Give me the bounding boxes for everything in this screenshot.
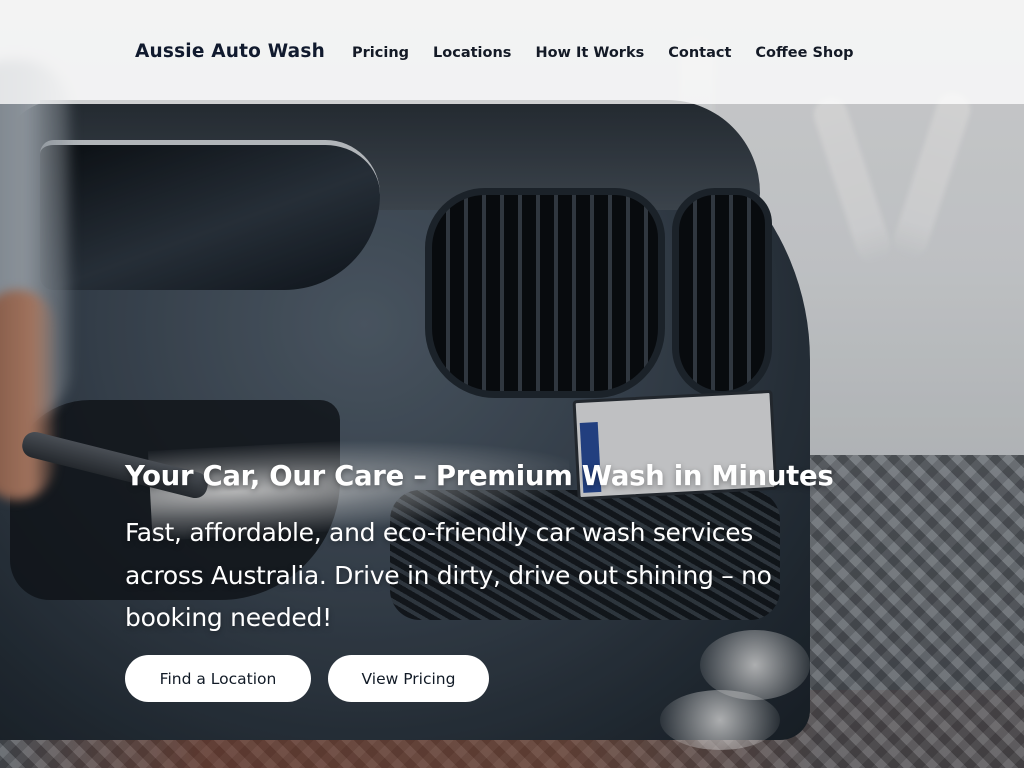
nav-link-contact[interactable]: Contact: [668, 45, 731, 61]
hero-background-image: [0, 0, 1024, 768]
hero-title: Your Car, Our Care – Premium Wash in Min…: [125, 460, 834, 492]
navbar: Aussie Auto Wash Pricing Locations How I…: [0, 0, 1024, 104]
find-location-button[interactable]: Find a Location: [125, 655, 311, 702]
main-nav: Pricing Locations How It Works Contact C…: [352, 45, 854, 61]
nav-link-locations[interactable]: Locations: [433, 45, 511, 61]
image-overlay: [0, 0, 1024, 768]
hero-actions: Find a Location View Pricing: [125, 655, 489, 702]
hero-subtitle: Fast, affordable, and eco-friendly car w…: [125, 518, 772, 632]
nav-link-coffee-shop[interactable]: Coffee Shop: [755, 45, 853, 61]
nav-link-pricing[interactable]: Pricing: [352, 45, 409, 61]
view-pricing-button[interactable]: View Pricing: [328, 655, 489, 702]
brand-logo[interactable]: Aussie Auto Wash: [135, 41, 325, 62]
nav-link-how-it-works[interactable]: How It Works: [535, 45, 644, 61]
hero-section: Your Car, Our Care – Premium Wash in Min…: [125, 458, 945, 640]
